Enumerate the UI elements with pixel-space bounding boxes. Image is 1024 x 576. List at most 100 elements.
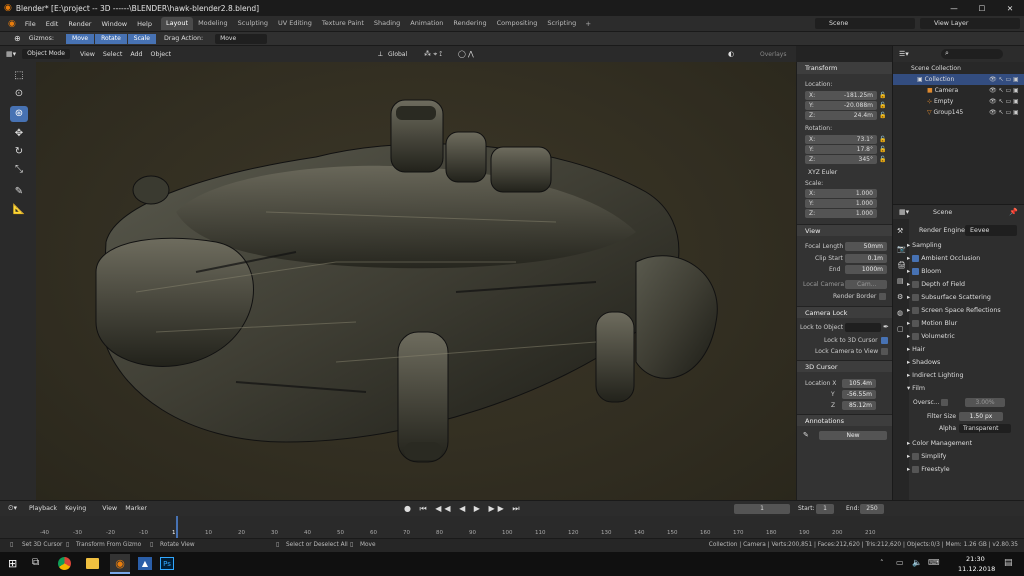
location-x-field[interactable]: X: -181.25m bbox=[805, 91, 877, 100]
playback-menu[interactable]: Playback bbox=[25, 505, 61, 512]
move-icon[interactable]: ✥ bbox=[10, 126, 28, 142]
overlays-icon[interactable]: ◐ bbox=[728, 50, 734, 58]
windows-start-icon[interactable]: ⊞ bbox=[8, 557, 17, 570]
proportional-icon[interactable]: ◯ ⋀ bbox=[458, 50, 474, 58]
simplify-checkbox[interactable] bbox=[912, 452, 920, 460]
keying-menu[interactable]: Keying bbox=[61, 505, 90, 512]
render-engine-dropdown[interactable]: Eevee bbox=[965, 225, 1017, 236]
world-tab-icon[interactable]: ◍ bbox=[897, 309, 903, 317]
tab-uv-editing[interactable]: UV Editing bbox=[273, 17, 317, 30]
spaceship-model[interactable] bbox=[36, 62, 796, 500]
viewlayer-selector[interactable]: View Layer bbox=[920, 18, 1020, 29]
blender-taskbar-icon[interactable]: ◉ bbox=[110, 554, 130, 574]
cursor-z-field[interactable]: 85.12m bbox=[842, 401, 876, 410]
3d-viewport[interactable] bbox=[36, 62, 796, 500]
tool-tab-icon[interactable]: ⚒ bbox=[897, 227, 903, 235]
annotate-icon[interactable]: ✎ bbox=[10, 184, 28, 200]
rotation-y-field[interactable]: Y: 17.8° bbox=[805, 145, 877, 154]
scale-z-field[interactable]: Z: 1.000 bbox=[805, 209, 877, 218]
timeline-scrubber[interactable]: -40 -30 -20 -10 1 10 20 30 40 50 60 70 80 90 100 110 120… bbox=[0, 516, 1024, 538]
timeline-view-menu[interactable]: View bbox=[98, 505, 121, 512]
blender-menu-icon[interactable]: ◉ bbox=[8, 19, 16, 29]
overscan-checkbox[interactable] bbox=[941, 399, 948, 406]
lock-3d-cursor-checkbox[interactable] bbox=[881, 337, 888, 344]
gizmo-scale-button[interactable]: Scale bbox=[127, 33, 156, 44]
menu-render[interactable]: Render bbox=[63, 20, 96, 28]
menu-edit[interactable]: Edit bbox=[41, 20, 64, 28]
scene-tab-icon[interactable]: ⚙ bbox=[897, 293, 903, 301]
timeline-editor-icon[interactable]: ⏲▾ bbox=[8, 504, 17, 513]
panel-simplify[interactable]: ▸ Simplify bbox=[907, 451, 1024, 463]
playhead[interactable] bbox=[176, 516, 178, 538]
photos-icon[interactable]: ▲ bbox=[138, 557, 152, 570]
end-frame-field[interactable]: 250 bbox=[860, 503, 884, 514]
rotation-mode-dropdown[interactable]: XYZ Euler bbox=[805, 168, 889, 177]
sss-checkbox[interactable] bbox=[912, 293, 920, 301]
output-tab-icon[interactable]: 🖨 bbox=[897, 261, 906, 269]
outliner-scene-collection[interactable]: Scene Collection bbox=[893, 63, 1024, 74]
clip-start-field[interactable]: 0.1m bbox=[845, 254, 887, 263]
transform-panel-header[interactable]: Transform bbox=[797, 62, 892, 74]
tab-scripting[interactable]: Scripting bbox=[542, 17, 581, 30]
lock-icon[interactable]: 🔓 bbox=[879, 102, 886, 110]
keyboard-icon[interactable]: ⌨ bbox=[928, 558, 940, 567]
focal-length-field[interactable]: 50mm bbox=[845, 242, 887, 251]
chrome-icon[interactable] bbox=[58, 557, 71, 570]
panel-shadows[interactable]: ▸ Shadows bbox=[907, 357, 1024, 369]
snap-icon[interactable]: ⁂ ⌖ ⟟ bbox=[424, 50, 442, 59]
lock-icon[interactable]: 🔓 bbox=[879, 146, 886, 154]
playback-controls[interactable]: ● ⏮ ◀◀ ◀ ▶ ▶▶ ⏭ bbox=[404, 504, 523, 514]
eyedropper-icon[interactable]: ✒ bbox=[883, 323, 889, 331]
maximize-button[interactable]: ☐ bbox=[968, 4, 996, 13]
lock-icon[interactable]: 🔓 bbox=[879, 112, 886, 120]
gizmo-icon[interactable]: ⊕ bbox=[14, 34, 21, 43]
network-icon[interactable]: ▭ bbox=[896, 558, 904, 567]
panel-volumetric[interactable]: ▸ Volumetric bbox=[907, 331, 1024, 343]
outliner-search-input[interactable] bbox=[941, 49, 1003, 59]
object-menu[interactable]: Object bbox=[147, 51, 176, 58]
task-view-icon[interactable]: ⧉ bbox=[32, 557, 39, 568]
panel-indirect-lighting[interactable]: ▸ Indirect Lighting bbox=[907, 370, 1024, 382]
menu-help[interactable]: Help bbox=[132, 20, 157, 28]
rotation-z-field[interactable]: Z: 345° bbox=[805, 155, 877, 164]
cursor-y-field[interactable]: -56.55m bbox=[842, 390, 876, 399]
menu-window[interactable]: Window bbox=[96, 20, 132, 28]
transform-orientation-icon[interactable]: ⟂ bbox=[378, 50, 383, 59]
panel-sampling[interactable]: ▸ Sampling bbox=[907, 240, 1024, 252]
view-layer-tab-icon[interactable]: ▤ bbox=[897, 277, 904, 285]
measure-icon[interactable]: 📐 bbox=[10, 202, 28, 218]
panel-freestyle[interactable]: ▸ Freestyle bbox=[907, 464, 1024, 476]
scale-y-field[interactable]: Y: 1.000 bbox=[805, 199, 877, 208]
ao-checkbox[interactable] bbox=[912, 254, 920, 262]
notifications-icon[interactable]: ▤ bbox=[1004, 558, 1013, 568]
location-y-field[interactable]: Y: -20.088m bbox=[805, 101, 877, 110]
tray-chevron-icon[interactable]: ˄ bbox=[880, 559, 884, 567]
pin-icon[interactable]: 📌 bbox=[1009, 208, 1018, 216]
scene-selector[interactable]: Scene bbox=[815, 18, 915, 29]
lock-camera-view-checkbox[interactable] bbox=[881, 348, 888, 355]
location-z-field[interactable]: Z: 24.4m bbox=[805, 111, 877, 120]
annotate-pencil-icon[interactable]: ✎ bbox=[803, 431, 809, 439]
close-button[interactable]: ✕ bbox=[996, 4, 1024, 13]
volumetric-checkbox[interactable] bbox=[912, 332, 920, 340]
volume-icon[interactable]: 🔈 bbox=[912, 558, 922, 567]
motion-blur-checkbox[interactable] bbox=[912, 319, 920, 327]
scale-icon[interactable]: ⤡ bbox=[10, 162, 28, 178]
local-camera-field[interactable]: Cam... bbox=[845, 280, 887, 289]
clip-end-field[interactable]: 1000m bbox=[845, 265, 887, 274]
panel-depth-of-field[interactable]: ▸ Depth of Field bbox=[907, 279, 1024, 291]
annotations-header[interactable]: Annotations bbox=[797, 414, 893, 426]
freestyle-checkbox[interactable] bbox=[912, 465, 920, 473]
cursor-icon[interactable]: ⊙ bbox=[10, 86, 28, 102]
gizmo-move-button[interactable]: Move bbox=[66, 33, 95, 44]
panel-ambient-occlusion[interactable]: ▸ Ambient Occlusion bbox=[907, 253, 1024, 265]
tab-compositing[interactable]: Compositing bbox=[492, 17, 543, 30]
view-menu[interactable]: View bbox=[76, 51, 99, 58]
dof-checkbox[interactable] bbox=[912, 280, 920, 288]
panel-color-management[interactable]: ▸ Color Management bbox=[907, 438, 1024, 450]
photoshop-icon[interactable]: Ps bbox=[160, 557, 174, 570]
view-panel-header[interactable]: View bbox=[797, 224, 893, 236]
mode-dropdown[interactable]: Object Mode bbox=[22, 49, 70, 59]
camera-lock-header[interactable]: Camera Lock bbox=[797, 306, 893, 318]
tab-layout[interactable]: Layout bbox=[160, 17, 194, 30]
